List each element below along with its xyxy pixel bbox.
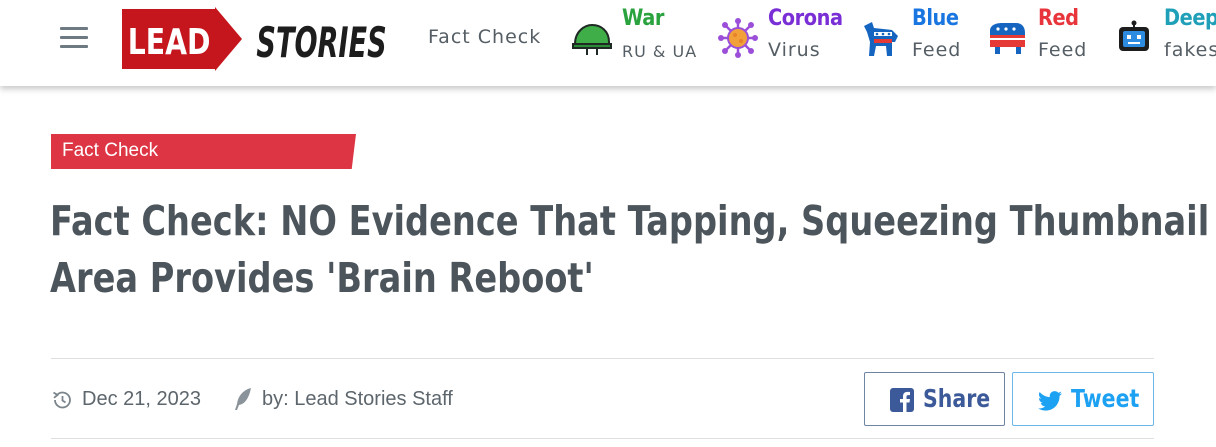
logo-lead-text: LEAD [128,21,211,63]
nav-item-red[interactable]: Red Feed [988,6,1098,70]
twitter-icon [1038,391,1062,411]
history-icon [53,391,71,409]
nav-war-title: War [622,6,664,31]
nav-deep-subtitle: fakes [1164,39,1216,61]
site-header: LEAD STORIES Fact Check War RU & UA Coro… [0,0,1216,86]
share-label: Share [923,384,991,413]
nav-blue-subtitle: Feed [912,39,962,61]
nav-deep-title: Deep [1164,6,1216,31]
nav-item-deep[interactable]: Deep fakes [1116,6,1216,70]
lead-stories-logo[interactable]: LEAD STORIES [120,7,395,71]
elephant-icon [990,23,1025,54]
nav-item-corona[interactable]: Corona Virus [718,6,848,70]
article-headline: Fact Check: NO Evidence That Tapping, Sq… [50,193,1210,307]
nav-blue-title: Blue [912,6,959,31]
helmet-icon [572,23,612,55]
article-date: Dec 21, 2023 [82,388,201,410]
headline-line-1: Fact Check: NO Evidence That Tapping, Sq… [50,197,1210,245]
article-author: by: Lead Stories Staff [262,388,453,410]
logo-stories-text: STORIES [256,19,386,68]
divider-top [51,358,1154,359]
facebook-share-button[interactable]: Share [864,372,1005,426]
nav-red-title: Red [1038,6,1079,31]
category-badge[interactable]: Fact Check [51,134,356,169]
robot-icon [1119,20,1149,51]
menu-icon[interactable] [58,27,90,53]
facebook-icon [890,388,914,412]
nav-war-subtitle: RU & UA [622,42,698,61]
twitter-tweet-button[interactable]: Tweet [1012,372,1154,426]
tweet-label: Tweet [1071,384,1140,413]
divider-bottom [51,438,1154,439]
virus-icon [718,18,758,58]
nav-red-subtitle: Feed [1038,39,1088,61]
donkey-icon [864,22,898,56]
quill-icon [235,388,251,410]
nav-item-war[interactable]: War RU & UA [572,6,702,70]
nav-corona-title: Corona [768,6,843,31]
nav-corona-subtitle: Virus [768,39,821,61]
nav-fact-check[interactable]: Fact Check [428,26,541,48]
nav-item-blue[interactable]: Blue Feed [862,6,972,70]
headline-line-2: Area Provides 'Brain Reboot' [50,254,594,302]
